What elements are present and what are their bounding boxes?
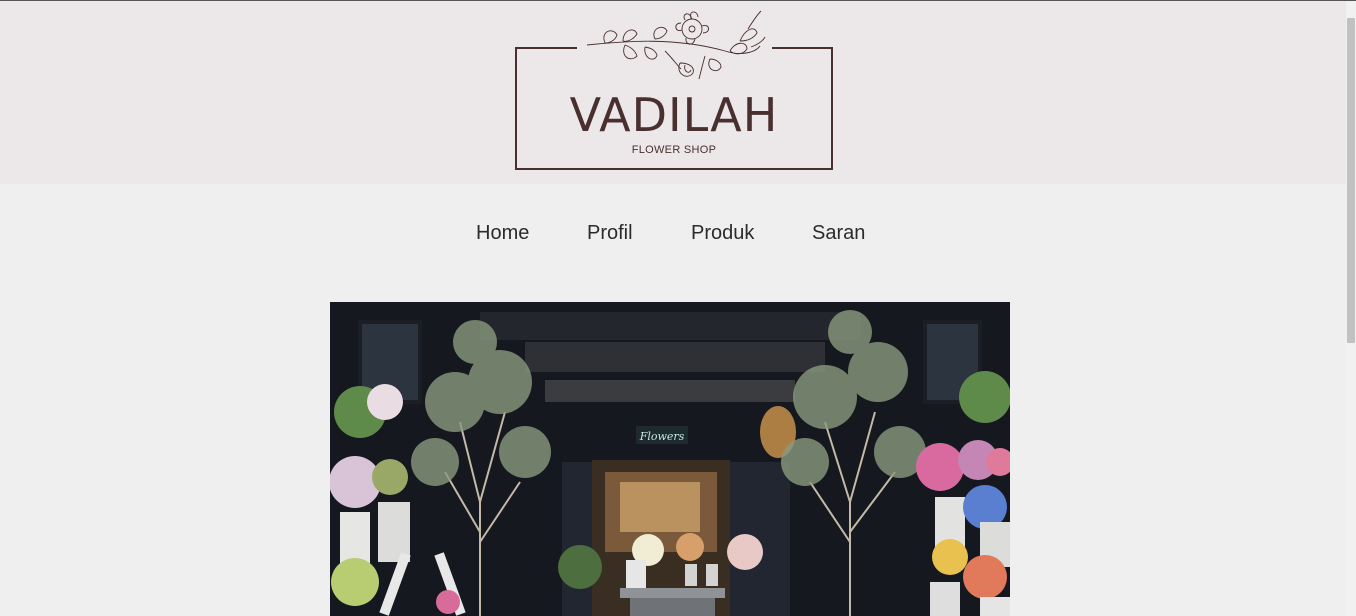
site-header: VADILAH FLOWER SHOP (0, 1, 1346, 184)
nav-profil-link[interactable]: Profil (587, 222, 633, 245)
nav-saran-link[interactable]: Saran (812, 222, 865, 245)
nav-home-link[interactable]: Home (476, 222, 529, 245)
floral-sprig-icon (586, 10, 766, 80)
nav-produk-link[interactable]: Produk (691, 222, 754, 245)
neon-sign-text: Flowers (639, 430, 685, 443)
main-navigation: Home Profil Produk Saran (0, 184, 1346, 284)
vertical-scrollbar[interactable] (1346, 1, 1356, 616)
logo-tagline: FLOWER SHOP (632, 144, 717, 156)
flower-shop-storefront-photo: Flowers (330, 302, 1010, 616)
brand-logo[interactable]: VADILAH FLOWER SHOP (505, 1, 845, 183)
logo-brand-name: VADILAH (570, 88, 779, 142)
scrollbar-thumb[interactable] (1347, 18, 1355, 343)
hero-image: Flowers (330, 302, 1010, 616)
